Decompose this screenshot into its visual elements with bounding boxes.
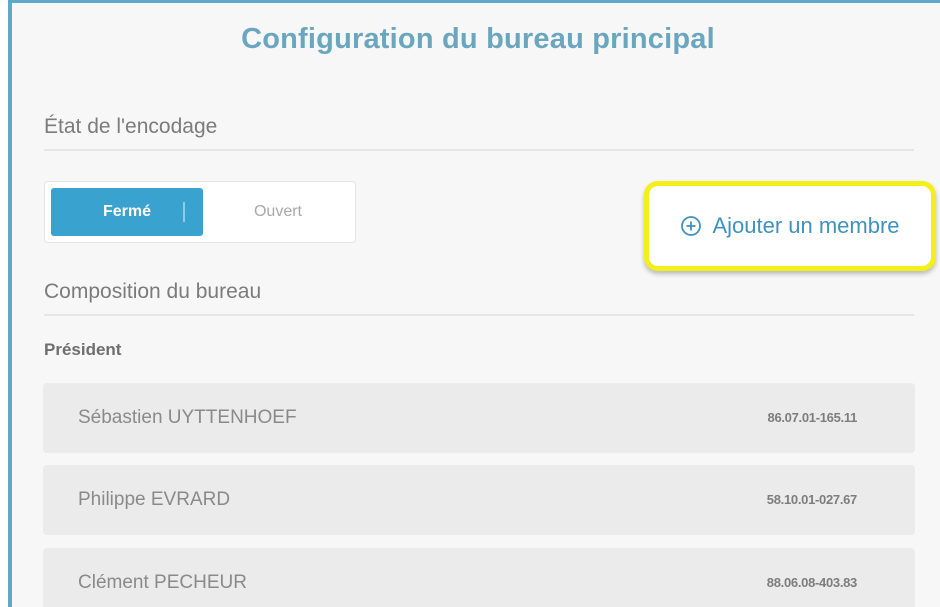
toggle-option-closed-label: Fermé <box>102 203 152 220</box>
composition-heading: Composition du bureau <box>44 280 262 303</box>
member-row[interactable]: Philippe EVRARD 58.10.01-027.67 <box>43 465 915 535</box>
member-row[interactable]: Clément PECHEUR 88.06.08-403.83 <box>43 548 915 607</box>
member-national-id: 88.06.08-403.83 <box>766 575 858 590</box>
encoding-state-toggle: Fermé Ouvert <box>44 181 356 243</box>
member-national-id: 86.07.01-165.11 <box>767 410 858 425</box>
member-national-id: 58.10.01-027.67 <box>766 492 858 507</box>
role-label-president: Président <box>44 340 122 359</box>
encoding-state-heading: État de l'encodage <box>44 115 218 138</box>
toggle-option-open-label: Ouvert <box>253 203 302 220</box>
section-divider <box>44 149 914 151</box>
page-title: Configuration du bureau principal <box>241 23 715 55</box>
section-divider <box>44 314 914 316</box>
member-name: Philippe EVRARD <box>78 489 231 510</box>
plus-circle-icon <box>681 216 702 236</box>
office-config-panel: Configuration du bureau principal État d… <box>8 0 940 607</box>
member-row[interactable]: Sébastien UYTTENHOEF 86.07.01-165.11 <box>43 383 915 453</box>
toggle-option-closed[interactable]: Fermé <box>51 188 203 236</box>
toggle-divider <box>183 202 185 222</box>
member-name: Sébastien UYTTENHOEF <box>78 407 297 428</box>
add-member-button[interactable]: Ajouter un membre <box>644 181 936 271</box>
toggle-option-open[interactable]: Ouvert <box>205 188 351 236</box>
add-member-label: Ajouter un membre <box>712 213 900 238</box>
member-name: Clément PECHEUR <box>78 572 247 593</box>
